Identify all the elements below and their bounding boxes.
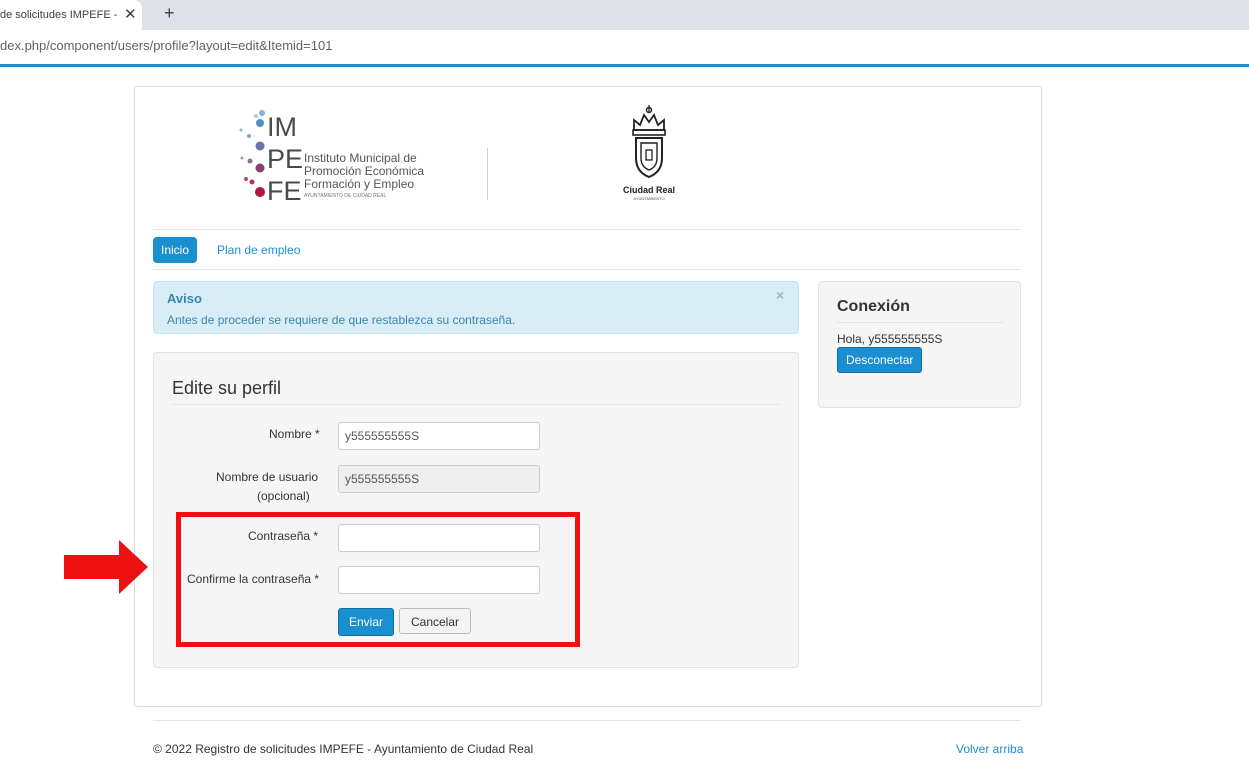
logo-line-2: Promoción Económica xyxy=(304,164,424,178)
browser-tab[interactable]: de solicitudes IMPEFE - ✕ xyxy=(0,0,142,30)
logo-letters-im: IM xyxy=(267,112,297,142)
nav-divider xyxy=(153,269,1021,270)
url-text[interactable]: dex.php/component/users/profile?layout=e… xyxy=(0,38,332,53)
logo-line-3: Formación y Empleo xyxy=(304,177,414,191)
impefe-logo: IM PE FE Instituto Municipal de Promoció… xyxy=(239,110,424,202)
highlight-annotation-box xyxy=(176,512,580,647)
top-accent-line xyxy=(0,64,1249,67)
nav-item-plan-de-empleo[interactable]: Plan de empleo xyxy=(217,237,300,263)
name-label: Nombre * xyxy=(269,427,320,441)
legend-divider xyxy=(172,404,780,405)
username-optional-label: (opcional) xyxy=(257,489,310,503)
login-module-title: Conexión xyxy=(837,298,910,315)
logo-divider xyxy=(487,148,488,200)
back-to-top-link[interactable]: Volver arriba xyxy=(956,742,1023,756)
greeting-text: Hola, y555555555S xyxy=(837,332,943,346)
address-bar[interactable]: dex.php/component/users/profile?layout=e… xyxy=(0,30,1249,64)
ciudad-real-logo: Ciudad Real AYUNTAMIENTO xyxy=(623,105,675,201)
alert-message: Antes de proceder se requiere de que res… xyxy=(167,313,516,327)
username-input[interactable] xyxy=(338,465,540,493)
browser-tab-bar: de solicitudes IMPEFE - ✕ + xyxy=(0,0,1249,30)
arrow-right-icon xyxy=(64,540,148,594)
footer-copyright: © 2022 Registro de solicitudes IMPEFE - … xyxy=(153,742,534,756)
city-subtitle: AYUNTAMIENTO xyxy=(633,196,664,201)
logo-letters-pe: PE xyxy=(267,144,303,174)
footer-divider xyxy=(153,720,1021,721)
nav-item-inicio[interactable]: Inicio xyxy=(153,237,198,263)
alert-heading: Aviso xyxy=(167,291,202,306)
logout-button[interactable]: Desconectar xyxy=(837,347,923,373)
form-legend: Edite su perfil xyxy=(172,378,282,398)
tab-title: de solicitudes IMPEFE - xyxy=(0,9,118,21)
city-name: Ciudad Real xyxy=(623,185,675,195)
logo-subtitle: AYUNTAMIENTO DE CIUDAD REAL xyxy=(304,193,386,199)
logo-line-1: Instituto Municipal de xyxy=(304,151,417,165)
close-icon[interactable]: ✕ xyxy=(124,5,137,23)
logo-letters-fe: FE xyxy=(267,176,302,202)
header-divider xyxy=(153,229,1021,230)
close-icon[interactable]: × xyxy=(776,287,784,303)
notice-alert: Aviso Antes de proceder se requiere de q… xyxy=(153,281,799,334)
new-tab-icon[interactable]: + xyxy=(164,3,175,24)
username-label: Nombre de usuario xyxy=(216,470,319,484)
login-module-divider xyxy=(837,322,1003,323)
name-input[interactable] xyxy=(338,422,540,450)
